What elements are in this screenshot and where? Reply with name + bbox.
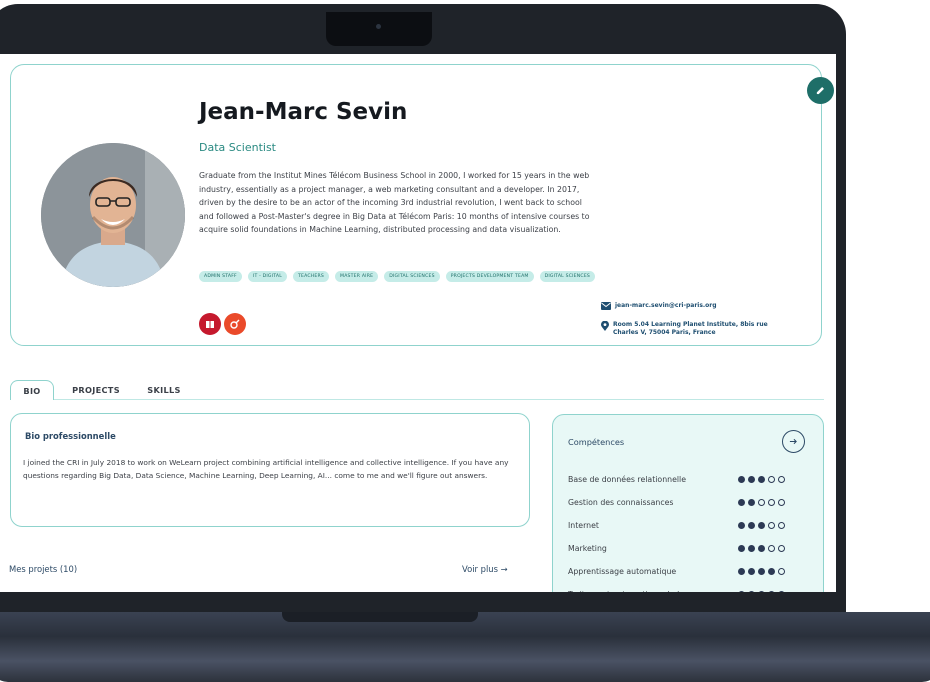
tag[interactable]: ADMIN STAFF [199, 271, 242, 282]
location-pin-icon [601, 320, 609, 334]
skill-level-dot [738, 522, 745, 529]
skill-level-dot [758, 499, 765, 506]
tag[interactable]: DIGITAL SCIENCES [539, 271, 596, 282]
skill-row: Base de données relationnelle [568, 475, 808, 489]
skill-level-dot [758, 591, 765, 592]
camera-notch [326, 12, 432, 46]
camera-icon [376, 24, 381, 29]
skill-level [738, 522, 785, 529]
skill-row: Apprentissage automatique [568, 567, 808, 581]
profile-role: Data Scientist [199, 141, 276, 154]
skills-title: Compétences [568, 437, 625, 447]
skill-row: Internet [568, 521, 808, 535]
skill-level-dot [778, 568, 785, 575]
profile-card: Jean-Marc Sevin Data Scientist Graduate … [10, 64, 834, 346]
laptop-hinge [282, 612, 478, 622]
tag[interactable]: MASTER AIRE [335, 271, 379, 282]
skill-level-dot [748, 476, 755, 483]
skill-level-dot [758, 476, 765, 483]
skill-level-dot [768, 591, 775, 592]
skill-level-dot [768, 545, 775, 552]
skills-panel: Compétences Base de données relationnell… [552, 414, 824, 592]
address-line-2: Charles V, 75004 Paris, France [613, 328, 716, 336]
laptop-base [0, 612, 930, 682]
skill-level-dot [738, 591, 745, 592]
skill-level-dot [768, 568, 775, 575]
skill-level [738, 476, 785, 483]
skill-level-dot [768, 499, 775, 506]
skill-name: Internet [568, 521, 599, 530]
mail-icon [601, 302, 611, 312]
email-text: jean-marc.sevin@cri-paris.org [615, 302, 717, 309]
skill-level-dot [758, 545, 765, 552]
projects-heading: Mes projets (10) [9, 564, 78, 574]
skill-row: Marketing [568, 544, 808, 558]
sdg-5-icon[interactable] [224, 313, 246, 335]
skill-level-dot [778, 522, 785, 529]
edit-profile-button[interactable] [807, 77, 834, 104]
see-more-link[interactable]: Voir plus → [462, 564, 508, 574]
skill-level-dot [778, 591, 785, 592]
skill-name: Gestion des connaissances [568, 498, 674, 507]
skill-name: Base de données relationnelle [568, 475, 687, 484]
pencil-icon [816, 87, 824, 95]
tab-skills[interactable]: SKILLS [142, 380, 186, 400]
contact-email[interactable]: jean-marc.sevin@cri-paris.org [601, 302, 717, 312]
arrow-right-icon [789, 438, 797, 445]
contact-address: Room 5.04 Learning Planet Institute, 8bi… [601, 320, 768, 336]
skill-level-dot [778, 476, 785, 483]
bio-section-text: I joined the CRI in July 2018 to work on… [23, 458, 509, 480]
skill-row: Traitement automatique du langage [568, 590, 808, 592]
sdg-badges [199, 313, 246, 335]
skill-name: Apprentissage automatique [568, 567, 677, 576]
skill-row: Gestion des connaissances [568, 498, 808, 512]
skill-level-dot [768, 476, 775, 483]
tabs-divider [10, 399, 824, 400]
tag[interactable]: IT - DIGITAL [247, 271, 287, 282]
skill-level-dot [738, 476, 745, 483]
profile-tabs: BIO PROJECTS SKILLS [10, 376, 824, 400]
skill-level [738, 545, 785, 552]
tab-bio[interactable]: BIO [10, 380, 54, 400]
tab-projects[interactable]: PROJECTS [66, 380, 126, 400]
bio-section: Bio professionnelle I joined the CRI in … [10, 413, 530, 527]
profile-bio: Graduate from the Institut Mines Télécom… [199, 171, 590, 235]
skills-arrow-button[interactable] [782, 430, 805, 453]
skill-level-dot [778, 499, 785, 506]
profile-name: Jean-Marc Sevin [199, 99, 408, 125]
tag[interactable]: DIGITAL SCIENCES [384, 271, 440, 282]
bio-section-title: Bio professionnelle [25, 431, 116, 441]
tag[interactable]: PROJECTS DEVELOPMENT TEAM [445, 271, 534, 282]
skill-level [738, 568, 785, 575]
skill-level-dot [758, 568, 765, 575]
skill-level-dot [748, 591, 755, 592]
tag-list: ADMIN STAFF IT - DIGITAL TEACHERS MASTER… [199, 271, 599, 282]
skill-level-dot [748, 545, 755, 552]
sdg-4-icon[interactable] [199, 313, 221, 335]
address-line-1: Room 5.04 Learning Planet Institute, 8bi… [613, 321, 768, 328]
tag[interactable]: TEACHERS [293, 271, 330, 282]
skill-name: Marketing [568, 544, 607, 553]
screen: Jean-Marc Sevin Data Scientist Graduate … [0, 54, 836, 592]
skill-level [738, 499, 785, 506]
skill-level-dot [748, 499, 755, 506]
skill-level [738, 591, 785, 592]
skill-level-dot [758, 522, 765, 529]
avatar [41, 143, 185, 287]
skill-name: Traitement automatique du langage [568, 590, 709, 592]
skill-level-dot [778, 545, 785, 552]
skill-level-dot [738, 568, 745, 575]
skill-level-dot [748, 568, 755, 575]
skill-level-dot [738, 499, 745, 506]
skill-level-dot [768, 522, 775, 529]
skill-level-dot [748, 522, 755, 529]
avatar-photo [41, 143, 185, 287]
skill-level-dot [738, 545, 745, 552]
